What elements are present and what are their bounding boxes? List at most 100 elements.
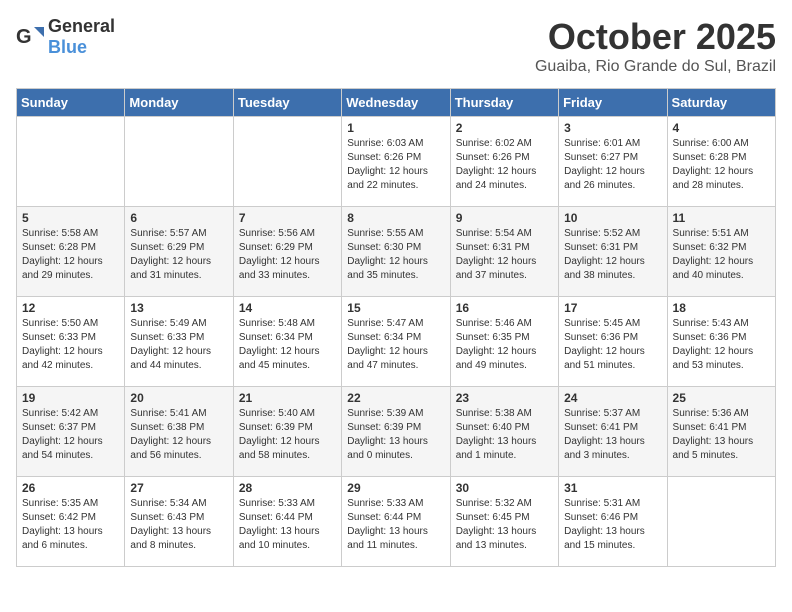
calendar-week-row: 19 Sunrise: 5:42 AM Sunset: 6:37 PM Dayli… [17, 387, 776, 477]
day-number: 24 [564, 391, 661, 405]
day-info: Sunrise: 5:39 AM Sunset: 6:39 PM Dayligh… [347, 407, 444, 463]
calendar-cell: 26 Sunrise: 5:35 AM Sunset: 6:42 PM Dayli… [17, 477, 125, 567]
day-number: 2 [456, 121, 553, 135]
day-info: Sunrise: 5:51 AM Sunset: 6:32 PM Dayligh… [673, 227, 770, 283]
day-info: Sunrise: 5:38 AM Sunset: 6:40 PM Dayligh… [456, 407, 553, 463]
calendar-cell: 11 Sunrise: 5:51 AM Sunset: 6:32 PM Dayli… [667, 207, 775, 297]
day-header-friday: Friday [559, 89, 667, 117]
calendar-week-row: 1Sunrise: 6:03 AM Sunset: 6:26 PM Daylig… [17, 117, 776, 207]
calendar-cell: 6Sunrise: 5:57 AM Sunset: 6:29 PM Daylig… [125, 207, 233, 297]
calendar-cell [125, 117, 233, 207]
calendar-week-row: 12Sunrise: 5:50 AM Sunset: 6:33 PM Dayli… [17, 297, 776, 387]
calendar-cell: 24 Sunrise: 5:37 AM Sunset: 6:41 PM Dayli… [559, 387, 667, 477]
calendar-cell [17, 117, 125, 207]
calendar-cell: 16 Sunrise: 5:46 AM Sunset: 6:35 PM Dayli… [450, 297, 558, 387]
day-info: Sunrise: 6:02 AM Sunset: 6:26 PM Dayligh… [456, 137, 553, 193]
day-number: 31 [564, 481, 661, 495]
day-info: Sunrise: 5:55 AM Sunset: 6:30 PM Dayligh… [347, 227, 444, 283]
calendar-header-row: SundayMondayTuesdayWednesdayThursdayFrid… [17, 89, 776, 117]
calendar-cell [667, 477, 775, 567]
day-header-tuesday: Tuesday [233, 89, 341, 117]
calendar-cell: 31 Sunrise: 5:31 AM Sunset: 6:46 PM Dayli… [559, 477, 667, 567]
calendar-cell: 4 Sunrise: 6:00 AM Sunset: 6:28 PM Daylig… [667, 117, 775, 207]
calendar-cell: 27 Sunrise: 5:34 AM Sunset: 6:43 PM Dayli… [125, 477, 233, 567]
day-number: 28 [239, 481, 336, 495]
day-info: Sunrise: 5:41 AM Sunset: 6:38 PM Dayligh… [130, 407, 227, 463]
day-info: Sunrise: 5:33 AM Sunset: 6:44 PM Dayligh… [239, 497, 336, 553]
calendar-cell: 12Sunrise: 5:50 AM Sunset: 6:33 PM Dayli… [17, 297, 125, 387]
day-info: Sunrise: 5:36 AM Sunset: 6:41 PM Dayligh… [673, 407, 770, 463]
day-number: 25 [673, 391, 770, 405]
day-info: Sunrise: 6:00 AM Sunset: 6:28 PM Dayligh… [673, 137, 770, 193]
location-title: Guaiba, Rio Grande do Sul, Brazil [535, 58, 776, 76]
svg-text:G: G [16, 26, 32, 48]
day-info: Sunrise: 5:54 AM Sunset: 6:31 PM Dayligh… [456, 227, 553, 283]
calendar-cell: 23 Sunrise: 5:38 AM Sunset: 6:40 PM Dayli… [450, 387, 558, 477]
day-header-saturday: Saturday [667, 89, 775, 117]
logo-blue: Blue [48, 37, 87, 57]
day-info: Sunrise: 5:32 AM Sunset: 6:45 PM Dayligh… [456, 497, 553, 553]
calendar-cell: 5 Sunrise: 5:58 AM Sunset: 6:28 PM Daylig… [17, 207, 125, 297]
day-info: Sunrise: 5:56 AM Sunset: 6:29 PM Dayligh… [239, 227, 336, 283]
calendar-cell: 7Sunrise: 5:56 AM Sunset: 6:29 PM Daylig… [233, 207, 341, 297]
day-number: 13 [130, 301, 227, 315]
calendar-week-row: 5 Sunrise: 5:58 AM Sunset: 6:28 PM Daylig… [17, 207, 776, 297]
day-number: 1 [347, 121, 444, 135]
day-number: 14 [239, 301, 336, 315]
day-number: 19 [22, 391, 119, 405]
calendar-cell: 3Sunrise: 6:01 AM Sunset: 6:27 PM Daylig… [559, 117, 667, 207]
day-number: 27 [130, 481, 227, 495]
day-info: Sunrise: 5:42 AM Sunset: 6:37 PM Dayligh… [22, 407, 119, 463]
calendar-cell: 30Sunrise: 5:32 AM Sunset: 6:45 PM Dayli… [450, 477, 558, 567]
logo-text: General Blue [48, 16, 115, 58]
calendar-cell: 13 Sunrise: 5:49 AM Sunset: 6:33 PM Dayli… [125, 297, 233, 387]
day-number: 4 [673, 121, 770, 135]
calendar-cell [233, 117, 341, 207]
day-header-wednesday: Wednesday [342, 89, 450, 117]
day-number: 8 [347, 211, 444, 225]
day-number: 16 [456, 301, 553, 315]
day-info: Sunrise: 5:34 AM Sunset: 6:43 PM Dayligh… [130, 497, 227, 553]
calendar-cell: 29Sunrise: 5:33 AM Sunset: 6:44 PM Dayli… [342, 477, 450, 567]
day-number: 5 [22, 211, 119, 225]
day-number: 26 [22, 481, 119, 495]
day-number: 17 [564, 301, 661, 315]
day-number: 10 [564, 211, 661, 225]
calendar-table: SundayMondayTuesdayWednesdayThursdayFrid… [16, 88, 776, 567]
day-info: Sunrise: 5:49 AM Sunset: 6:33 PM Dayligh… [130, 317, 227, 373]
day-info: Sunrise: 5:50 AM Sunset: 6:33 PM Dayligh… [22, 317, 119, 373]
day-number: 20 [130, 391, 227, 405]
month-title: October 2025 [535, 16, 776, 58]
day-info: Sunrise: 5:52 AM Sunset: 6:31 PM Dayligh… [564, 227, 661, 283]
day-header-monday: Monday [125, 89, 233, 117]
logo-general: General [48, 16, 115, 36]
day-number: 29 [347, 481, 444, 495]
day-number: 22 [347, 391, 444, 405]
calendar-cell: 14Sunrise: 5:48 AM Sunset: 6:34 PM Dayli… [233, 297, 341, 387]
calendar-cell: 15Sunrise: 5:47 AM Sunset: 6:34 PM Dayli… [342, 297, 450, 387]
day-info: Sunrise: 5:46 AM Sunset: 6:35 PM Dayligh… [456, 317, 553, 373]
day-info: Sunrise: 5:40 AM Sunset: 6:39 PM Dayligh… [239, 407, 336, 463]
day-number: 23 [456, 391, 553, 405]
day-info: Sunrise: 5:45 AM Sunset: 6:36 PM Dayligh… [564, 317, 661, 373]
logo-icon: G [16, 23, 44, 51]
day-info: Sunrise: 5:35 AM Sunset: 6:42 PM Dayligh… [22, 497, 119, 553]
calendar-cell: 2 Sunrise: 6:02 AM Sunset: 6:26 PM Daylig… [450, 117, 558, 207]
day-number: 11 [673, 211, 770, 225]
day-number: 9 [456, 211, 553, 225]
day-info: Sunrise: 5:37 AM Sunset: 6:41 PM Dayligh… [564, 407, 661, 463]
calendar-cell: 18Sunrise: 5:43 AM Sunset: 6:36 PM Dayli… [667, 297, 775, 387]
day-info: Sunrise: 5:31 AM Sunset: 6:46 PM Dayligh… [564, 497, 661, 553]
day-number: 21 [239, 391, 336, 405]
calendar-cell: 22 Sunrise: 5:39 AM Sunset: 6:39 PM Dayli… [342, 387, 450, 477]
calendar-cell: 21 Sunrise: 5:40 AM Sunset: 6:39 PM Dayli… [233, 387, 341, 477]
calendar-cell: 20 Sunrise: 5:41 AM Sunset: 6:38 PM Dayli… [125, 387, 233, 477]
calendar-cell: 19 Sunrise: 5:42 AM Sunset: 6:37 PM Dayli… [17, 387, 125, 477]
calendar-cell: 17 Sunrise: 5:45 AM Sunset: 6:36 PM Dayli… [559, 297, 667, 387]
day-info: Sunrise: 5:58 AM Sunset: 6:28 PM Dayligh… [22, 227, 119, 283]
calendar-cell: 25 Sunrise: 5:36 AM Sunset: 6:41 PM Dayli… [667, 387, 775, 477]
title-area: October 2025 Guaiba, Rio Grande do Sul, … [535, 16, 776, 76]
calendar-week-row: 26 Sunrise: 5:35 AM Sunset: 6:42 PM Dayli… [17, 477, 776, 567]
day-info: Sunrise: 5:43 AM Sunset: 6:36 PM Dayligh… [673, 317, 770, 373]
page-header: G General Blue October 2025 Guaiba, Rio … [16, 16, 776, 76]
